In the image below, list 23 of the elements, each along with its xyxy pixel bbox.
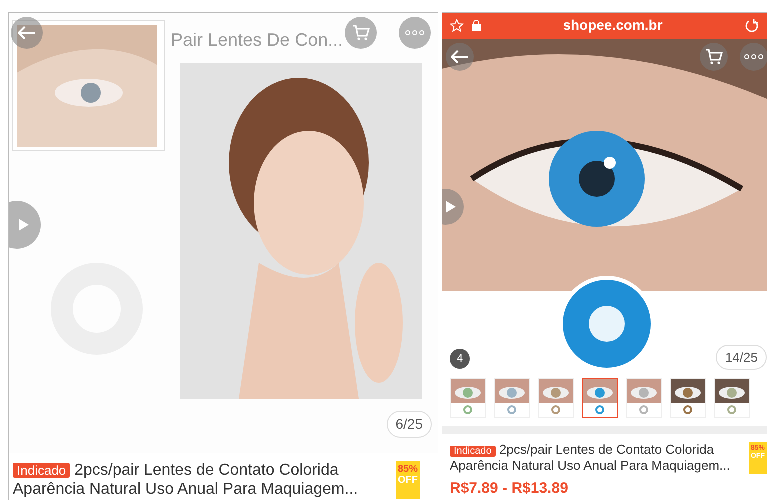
cart-icon	[705, 48, 723, 65]
url-text: shopee.com.br	[562, 16, 664, 36]
cart-button[interactable]	[700, 42, 728, 71]
lock-icon	[472, 20, 481, 32]
discount-percent: 85%	[398, 464, 418, 475]
reload-icon[interactable]	[745, 18, 759, 33]
back-icon	[451, 50, 469, 64]
play-icon	[446, 200, 456, 213]
play-icon	[19, 219, 29, 231]
back-icon	[18, 26, 36, 40]
star-icon	[450, 18, 464, 33]
product-title: Indicado 2pcs/pair Lentes de Contato Colorida Aparência Natural Uso Anual Para Maquiagem...	[450, 442, 732, 474]
variant-option[interactable]	[582, 378, 618, 418]
more-icon	[744, 54, 764, 60]
back-button[interactable]	[446, 42, 474, 71]
page-title: Pair Lentes De Con...	[171, 29, 344, 52]
more-icon	[405, 30, 425, 36]
discount-label: OFF	[398, 475, 418, 486]
cart-icon	[352, 25, 370, 41]
more-button[interactable]	[740, 42, 767, 71]
back-button[interactable]	[11, 17, 43, 49]
product-title: Indicado 2pcs/pair Lentes de Contato Colorida Aparência Natural Uso Anual Para Maquiagem...	[13, 461, 360, 500]
price-range: R$7.89 - R$13.89	[450, 478, 570, 498]
